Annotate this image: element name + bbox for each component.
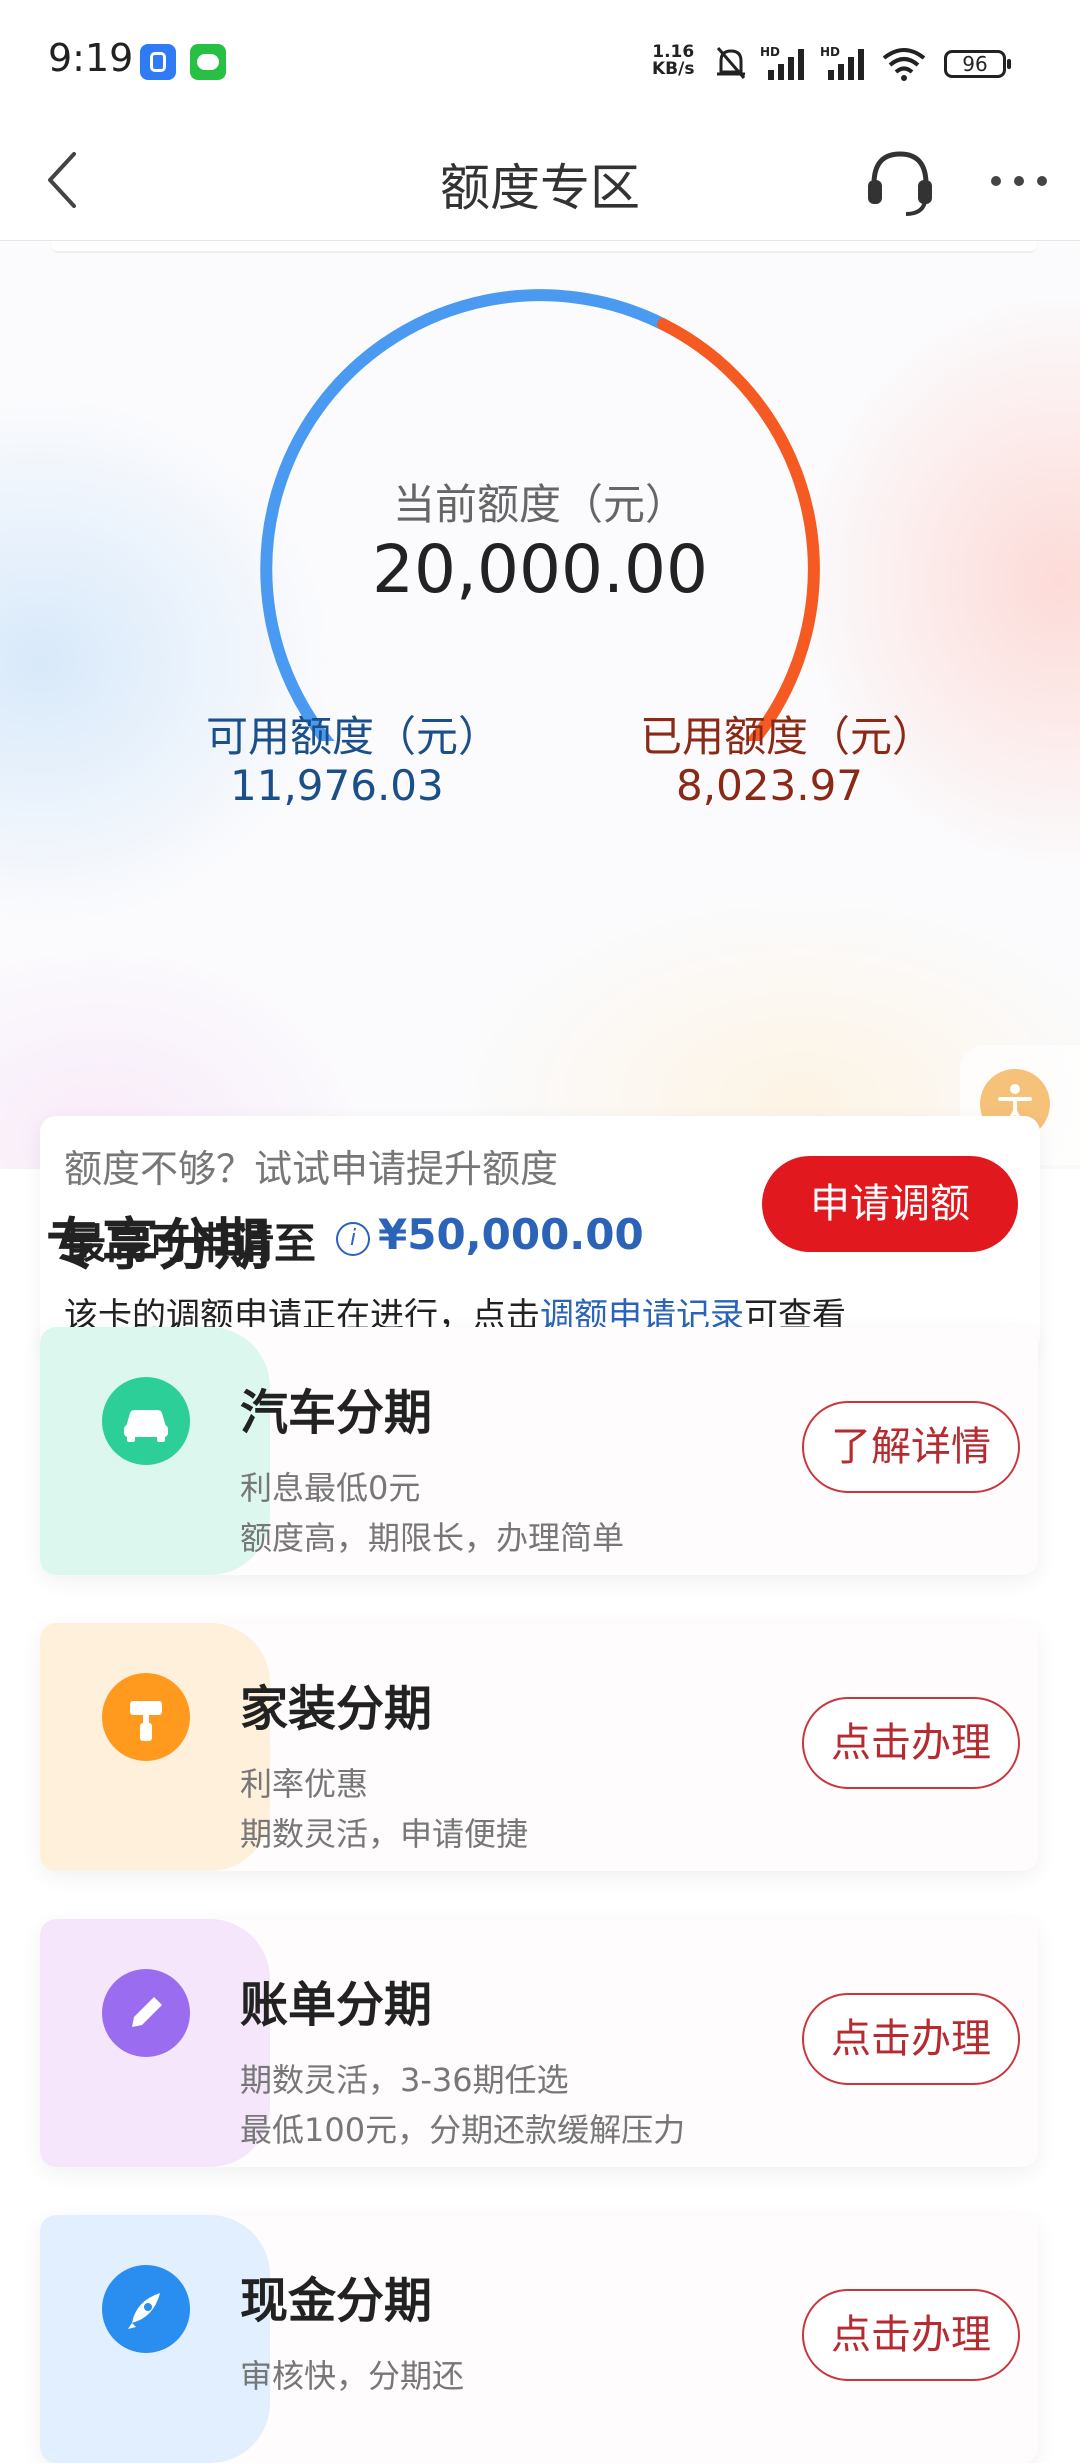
car-icon (124, 1410, 168, 1442)
credit-section: 当前额度（元） 20,000.00 可用额度（元） 11,976.03 已用额度… (0, 241, 1080, 1354)
wifi-icon (882, 48, 926, 81)
battery-icon: 96 (944, 50, 1011, 78)
raise-max-value: ¥50,000.00 (378, 1210, 644, 1259)
svg-text:HD: HD (760, 45, 780, 59)
apply-now-button[interactable]: 点击办理 (802, 1697, 1020, 1789)
apply-now-button[interactable]: 点击办理 (802, 1993, 1020, 2085)
signal-hd-icon: HD (820, 45, 864, 80)
card-desc-1: 利息最低0元 (240, 1469, 421, 1507)
installment-card-cash[interactable]: 现金分期 审核快，分期还 点击办理 (40, 2215, 1038, 2463)
used-limit-label: 已用额度（元） (640, 712, 935, 761)
card-desc-2: 额度高，期限长，办理简单 (240, 1519, 625, 1557)
status-bar: 9:19 1.16 KB/s HD HD 96 (0, 0, 1080, 120)
signal-hd-icon: HD (760, 45, 804, 80)
net-speed: 1.16 KB/s (652, 44, 694, 78)
svg-text:HD: HD (820, 45, 840, 59)
pencil-icon (132, 1997, 162, 2027)
installment-card-home-decor[interactable]: 家装分期 利率优惠 期数灵活，申请便捷 点击办理 (40, 1623, 1038, 1871)
status-time: 9:19 (48, 36, 134, 80)
card-desc-2: 期数灵活，申请便捷 (240, 1815, 529, 1853)
available-limit-value: 11,976.03 (230, 761, 444, 810)
card-desc-1: 审核快，分期还 (240, 2357, 465, 2395)
used-limit-value: 8,023.97 (676, 761, 864, 810)
card-desc-1: 期数灵活，3-36期任选 (240, 2061, 569, 2099)
headset-icon[interactable] (860, 142, 940, 222)
card-desc-2: 最低100元，分期还款缓解压力 (240, 2111, 686, 2149)
card-title: 汽车分期 (240, 1385, 433, 1441)
installment-section-title: 专享分期 (46, 1213, 270, 1278)
more-dots-icon[interactable] (984, 156, 1054, 206)
card-title: 家装分期 (240, 1681, 433, 1737)
header: 额度专区 (0, 120, 1080, 241)
available-limit-label: 可用额度（元） (206, 712, 501, 761)
card-title: 账单分期 (240, 1977, 433, 2033)
installment-card-bill[interactable]: 账单分期 期数灵活，3-36期任选 最低100元，分期还款缓解压力 点击办理 (40, 1919, 1038, 2167)
apply-now-button[interactable]: 点击办理 (802, 2289, 1020, 2381)
mute-bell-icon (716, 47, 746, 79)
apply-adjust-button[interactable]: 申请调额 (762, 1156, 1018, 1252)
card-title: 现金分期 (240, 2273, 433, 2329)
current-limit-value: 20,000.00 (372, 531, 708, 608)
rocket-icon (128, 2293, 160, 2329)
paint-roller-icon (130, 1701, 162, 1741)
raise-prompt: 额度不够？试试申请提升额度 (64, 1147, 559, 1191)
net-speed-unit: KB/s (652, 59, 695, 79)
wechat-icon (190, 44, 226, 80)
info-icon[interactable]: i (336, 1222, 370, 1256)
card-desc-1: 利率优惠 (240, 1765, 369, 1803)
learn-more-button[interactable]: 了解详情 (802, 1401, 1020, 1493)
installment-card-car[interactable]: 汽车分期 利息最低0元 额度高，期限长，办理简单 了解详情 (40, 1327, 1038, 1575)
app-badge-icon (140, 44, 176, 80)
current-limit-label: 当前额度（元） (392, 480, 687, 529)
